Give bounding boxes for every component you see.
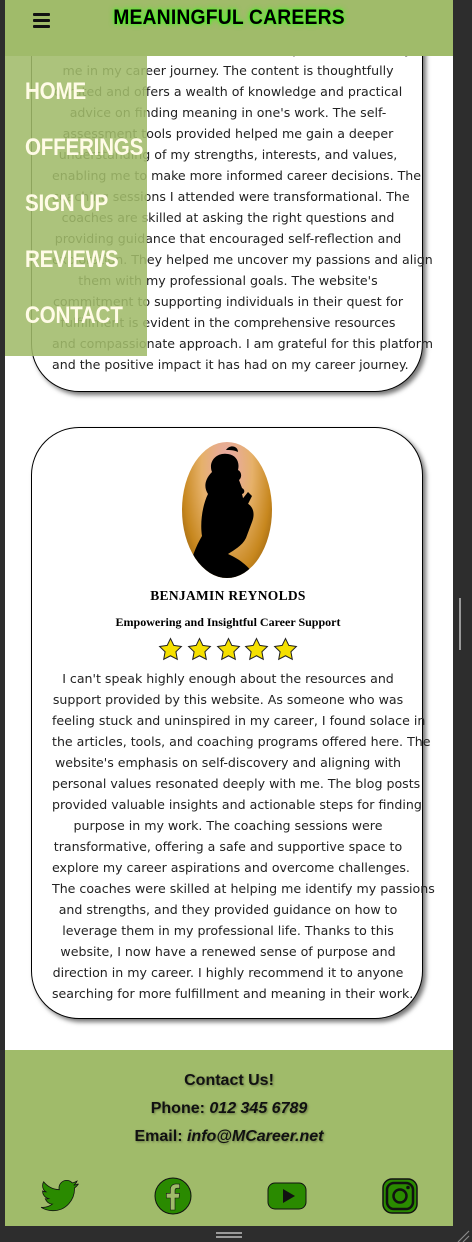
facebook-icon[interactable]	[153, 1176, 193, 1216]
review-text-line: purpose in my work. The coaching session…	[73, 818, 383, 833]
review-text-line: website, I now have a renewed sense of p…	[60, 944, 396, 959]
nav-item-contact[interactable]: CONTACT	[25, 302, 123, 330]
phone-value[interactable]: 012 345 6789	[209, 1100, 307, 1117]
site-title: MEANINGFUL CAREERS	[113, 6, 345, 29]
page-frame: This website has been a beacon of inspir…	[5, 0, 453, 1226]
review-text-line: feeling stuck and uninspired in my caree…	[52, 713, 426, 728]
review-text-line: transformative, offering a safe and supp…	[53, 839, 403, 854]
review-text-line: the articles, tools, and coaching progra…	[52, 734, 431, 749]
review-text-line: searching for more fulfillment and meani…	[52, 986, 414, 1001]
horizontal-resize-grip[interactable]	[216, 1232, 242, 1240]
review-text-line: I can't speak highly enough about the re…	[62, 671, 394, 686]
review-text-line: and the positive impact it has had on my…	[52, 357, 409, 372]
review-text-line: direction in my career. I highly recomme…	[52, 965, 404, 980]
vertical-resize-grip[interactable]	[459, 598, 465, 650]
nav-item-reviews[interactable]: REVIEWS	[25, 246, 119, 274]
contact-email: Email: info@MCareer.net	[5, 1128, 453, 1146]
phone-label: Phone:	[150, 1100, 210, 1117]
review-text-line: support provided by this website. As som…	[52, 692, 404, 707]
resize-corner-icon[interactable]	[456, 1228, 470, 1242]
review-text-line: provided valuable insights and actionabl…	[52, 797, 422, 812]
review-text-line: The coaches were skilled at helping me i…	[52, 881, 435, 896]
star-icon	[187, 637, 212, 661]
star-rating	[158, 637, 298, 665]
contact-title: Contact Us!	[184, 1072, 274, 1089]
nav-item-sign-up[interactable]: SIGN UP	[25, 190, 108, 218]
instagram-icon[interactable]	[380, 1176, 420, 1216]
review-text: I can't speak highly enough about the re…	[52, 668, 435, 1004]
email-value[interactable]: info@MCareer.net	[187, 1128, 324, 1145]
review-text-line: website's emphasis on self-discovery and…	[54, 755, 402, 770]
contact-phone: Phone: 012 345 6789	[5, 1100, 453, 1118]
review-tagline: Empowering and Insightful Career Support	[115, 615, 341, 629]
email-label: Email:	[134, 1128, 187, 1145]
praying-silhouette-avatar	[182, 442, 272, 578]
nav-item-offerings[interactable]: OFFERINGS	[25, 134, 143, 162]
star-icon	[216, 637, 240, 661]
site-footer: Contact Us! Phone: 012 345 6789 Email: i…	[5, 1050, 453, 1226]
review-text-line: explore my career aspirations and overco…	[52, 860, 410, 875]
twitter-icon[interactable]	[40, 1176, 80, 1216]
star-icon	[158, 637, 183, 661]
youtube-icon[interactable]	[267, 1176, 307, 1216]
nav-item-home[interactable]: HOME	[25, 78, 86, 106]
review-text-line: personal values resonated deeply with me…	[52, 776, 421, 791]
reviewer-name: BENJAMIN REYNOLDS	[150, 588, 306, 603]
star-icon	[244, 637, 269, 661]
review-card: BENJAMIN REYNOLDS Empowering and Insight…	[31, 427, 435, 1019]
star-icon	[273, 637, 298, 661]
review-text-line: and strengths, and they provided guidanc…	[58, 902, 398, 917]
site-header: MEANINGFUL CAREERS	[5, 0, 453, 56]
nav-menu: HOME OFFERINGS SIGN UP REVIEWS CONTACT	[5, 56, 147, 356]
review-text-line: leverage them in my professional life. T…	[62, 923, 394, 938]
